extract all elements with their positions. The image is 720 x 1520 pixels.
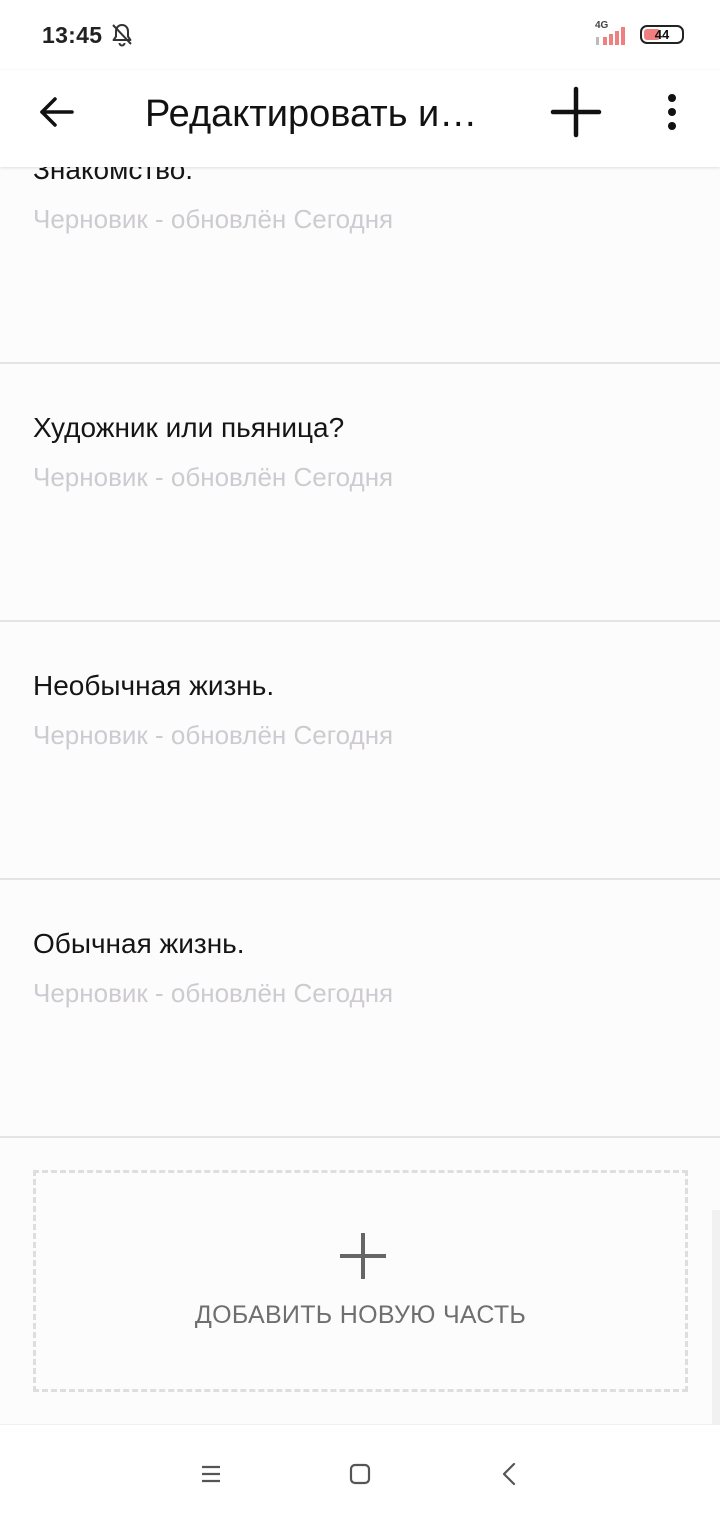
- battery-percent: 44: [654, 27, 670, 42]
- scrollbar[interactable]: [712, 1210, 720, 1425]
- back-button[interactable]: [34, 90, 78, 134]
- part-status: Черновик - обновлён Сегодня: [33, 204, 394, 234]
- add-new-part-button[interactable]: ДОБАВИТЬ НОВУЮ ЧАСТЬ: [33, 1170, 688, 1392]
- more-options-button[interactable]: [655, 90, 689, 134]
- plus-icon: [340, 1233, 386, 1279]
- system-back-button[interactable]: [495, 1459, 525, 1489]
- menu-button[interactable]: [196, 1459, 226, 1489]
- part-title: Художник или пьяница?: [33, 412, 345, 443]
- status-time: 13:45: [42, 22, 103, 48]
- add-new-part-label: ДОБАВИТЬ НОВУЮ ЧАСТЬ: [194, 1301, 527, 1329]
- page-title: Редактировать и…: [145, 93, 478, 135]
- part-status: Черновик - обновлён Сегодня: [33, 978, 394, 1008]
- part-title: Обычная жизнь.: [33, 928, 245, 959]
- parts-list: Знакомство. Черновик - обновлён Сегодня …: [0, 106, 720, 1138]
- part-status: Черновик - обновлён Сегодня: [33, 462, 394, 492]
- part-status: Черновик - обновлён Сегодня: [33, 720, 394, 750]
- home-button[interactable]: [345, 1459, 375, 1489]
- list-item[interactable]: Обычная жизнь. Черновик - обновлён Сегод…: [0, 880, 720, 1138]
- app-bar: Редактировать и…: [0, 70, 720, 167]
- list-item[interactable]: Художник или пьяница? Черновик - обновлё…: [0, 364, 720, 622]
- signal-icon: [596, 27, 625, 45]
- bell-off-icon: [112, 24, 132, 47]
- system-nav-bar: [0, 1424, 720, 1520]
- screen: 13:45 4G 44 Редактировать и… Знакомство.…: [0, 0, 720, 1520]
- status-bar: 13:45 4G 44: [0, 0, 720, 70]
- add-button[interactable]: [550, 86, 602, 138]
- battery-icon: 44: [640, 25, 684, 44]
- list-item[interactable]: Необычная жизнь. Черновик - обновлён Сег…: [0, 622, 720, 880]
- part-title: Необычная жизнь.: [33, 670, 275, 701]
